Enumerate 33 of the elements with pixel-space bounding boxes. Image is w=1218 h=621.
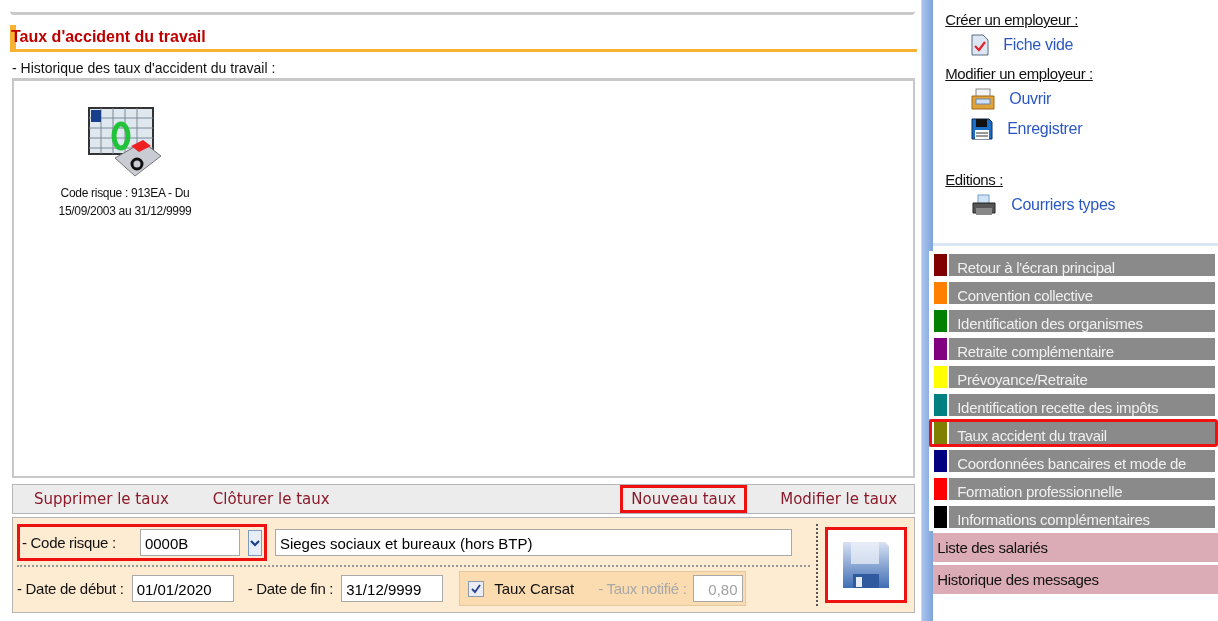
checkbox[interactable] [468, 580, 485, 597]
date-field[interactable]: 31/12/9999 [341, 575, 444, 602]
date-field[interactable]: 01/01/2020 [131, 575, 234, 602]
history-label: - Historique des taux d'accident du travail : [11, 59, 277, 76]
field-label: - Code risque : [22, 534, 116, 551]
field-label: - Date de fin : [247, 580, 334, 597]
history-caption: Code risque : 913EA - Du 15/09/2003 au 31/12/9999 [58, 185, 192, 220]
field-label: - Date de début : [17, 580, 124, 597]
section-heading: Editions : [945, 170, 1003, 190]
nav-item[interactable]: Liste des salariés [933, 533, 1218, 562]
caret-icon [249, 538, 260, 547]
task-link[interactable]: Fiche vide [1003, 36, 1074, 54]
printer-icon[interactable] [971, 194, 998, 216]
checkbox-label: Taux Carsat [494, 580, 575, 597]
dropdown-button[interactable] [247, 529, 262, 556]
folder-icon[interactable] [971, 88, 996, 110]
task-link[interactable]: Ouvrir [1009, 90, 1051, 108]
action-link[interactable]: Nouveau taux [620, 485, 748, 513]
field-label: - Taux notifié : [598, 580, 687, 597]
section-heading: Créer un employeur : [945, 10, 1079, 30]
action-link[interactable]: Modifier le taux [769, 485, 909, 513]
section-heading: Modifier un employeur : [945, 64, 1093, 84]
task-link[interactable]: Courriers types [1011, 196, 1116, 214]
document-check-icon[interactable] [971, 34, 990, 56]
action-link[interactable]: Clôturer le taux [201, 485, 341, 513]
floppy-icon [841, 540, 892, 590]
task-link[interactable]: Enregistrer [1007, 120, 1083, 138]
code-field[interactable]: 0000B [139, 529, 240, 556]
nav-item[interactable]: Historique des messages [933, 565, 1218, 594]
description-field[interactable]: Sieges sociaux et bureaux (hors BTP) [274, 529, 792, 556]
save-button[interactable] [825, 527, 908, 603]
floppy-icon[interactable] [971, 118, 994, 140]
action-link[interactable]: Supprimer le taux [23, 485, 180, 513]
